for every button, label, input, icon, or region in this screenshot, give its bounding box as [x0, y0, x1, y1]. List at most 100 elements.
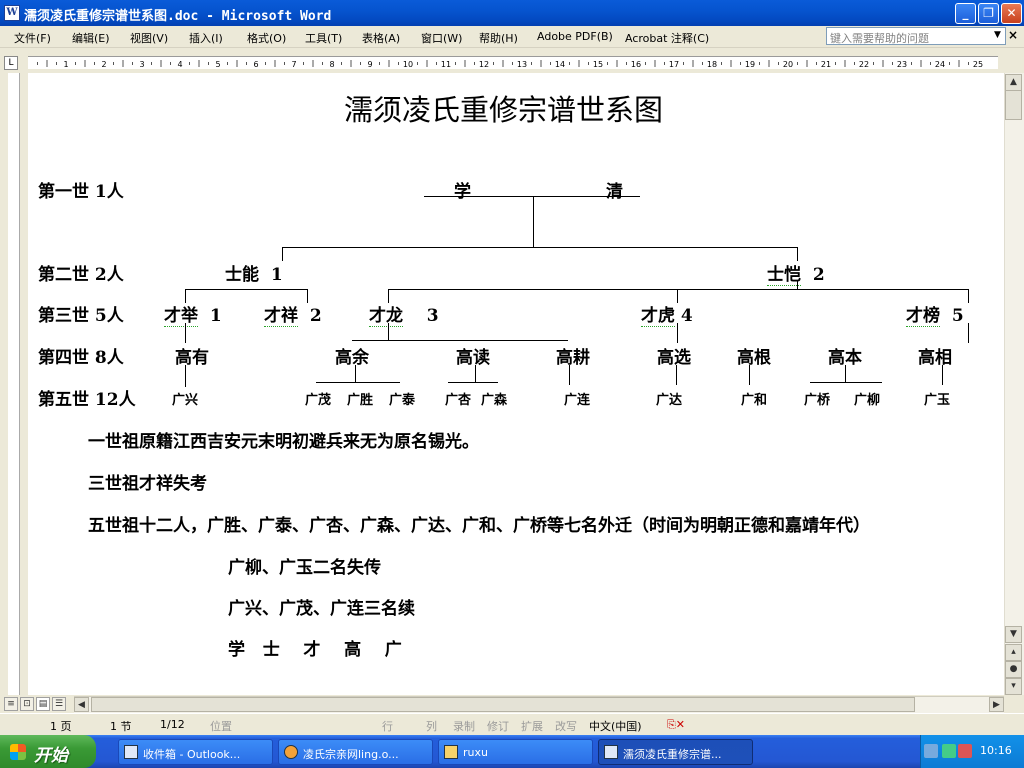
vertical-scrollbar[interactable]: [1004, 73, 1024, 695]
previous-page-icon[interactable]: ▴: [1005, 644, 1022, 661]
gen2-person: 士恺 2: [767, 260, 825, 286]
ruler-number: 3: [139, 60, 144, 69]
ruler-number: 25: [973, 60, 983, 69]
scroll-right-icon[interactable]: ▶: [989, 697, 1004, 712]
next-page-icon[interactable]: ▾: [1005, 678, 1022, 695]
ruler-number: 6: [253, 60, 258, 69]
person-number: 1: [270, 265, 283, 285]
connector-line: [355, 365, 356, 382]
tray-collapse-icon[interactable]: [924, 744, 938, 758]
menu-table[interactable]: 表格(A): [362, 30, 400, 46]
taskbar-item-outlook[interactable]: 收件箱 - Outlook...: [118, 739, 273, 765]
chevron-down-icon[interactable]: ▼: [994, 30, 1001, 40]
minimize-button[interactable]: _: [955, 3, 976, 24]
menu-tools[interactable]: 工具(T): [305, 30, 342, 46]
gen4-person: 高根: [737, 348, 771, 368]
ruler-number: 16: [631, 60, 641, 69]
taskbar-item-label: 凌氏宗亲网ling.o...: [303, 748, 399, 761]
gen5-person: 广森: [481, 393, 508, 408]
connector-line: [676, 365, 677, 385]
close-button[interactable]: ✕: [1001, 3, 1022, 24]
connector-line: [677, 323, 678, 343]
status-language[interactable]: 中文(中国): [589, 718, 642, 734]
start-button[interactable]: 开始: [0, 735, 96, 768]
generation-label: 第一世 1人: [38, 182, 124, 202]
menu-acrobat-comments[interactable]: Acrobat 注释(C): [625, 30, 709, 46]
scroll-up-icon[interactable]: ▲: [1005, 74, 1022, 91]
document-page[interactable]: 濡须凌氏重修宗谱世系图 第一世 1人 第二世 2人 第三世 5人 第四世 8人 …: [28, 73, 1004, 695]
gen4-person: 高读: [456, 348, 490, 368]
scroll-down-icon[interactable]: ▼: [1005, 626, 1022, 643]
scroll-left-icon[interactable]: ◀: [74, 697, 89, 712]
connector-line: [968, 289, 969, 303]
taskbar-item-label: 收件箱 - Outlook...: [143, 748, 241, 761]
web-layout-view-icon[interactable]: ⊡: [20, 697, 34, 711]
gen5-person: 广杏: [445, 393, 472, 408]
gen4-person: 高有: [175, 348, 209, 368]
gen5-person: 广和: [741, 393, 768, 408]
help-search-input[interactable]: 键入需要帮助的问题: [826, 27, 1006, 45]
note-paragraph: 一世祖原籍江西吉安元末明初避兵来无为原名锡光。: [88, 432, 479, 452]
connector-line: [185, 365, 186, 387]
taskbar-item-folder[interactable]: ruxu: [438, 739, 593, 765]
person-name: 才祥: [264, 306, 298, 327]
ruler-number: 2: [101, 60, 106, 69]
menu-format[interactable]: 格式(O): [247, 30, 286, 46]
title-bar[interactable]: W 濡须凌氏重修宗谱世系图.doc - Microsoft Word _ ❐ ✕: [0, 0, 1024, 26]
normal-view-icon[interactable]: ≡: [4, 697, 18, 711]
security-icon[interactable]: [958, 744, 972, 758]
restore-button[interactable]: ❐: [978, 3, 999, 24]
folder-icon: [444, 745, 458, 759]
status-bar: 1 页 1 节 1/12 位置 行 列 录制 修订 扩展 改写 中文(中国) ⎘…: [0, 713, 1024, 735]
person-number: 3: [426, 306, 439, 326]
note-paragraph: 广柳、广玉二名失传: [228, 558, 381, 578]
ruler-number: 5: [215, 60, 220, 69]
gen5-person: 广柳: [854, 393, 881, 408]
connector-line: [797, 281, 798, 289]
menu-file[interactable]: 文件(F): [14, 30, 51, 46]
note-paragraph: 三世祖才祥失考: [88, 474, 207, 494]
tab-stop-selector[interactable]: L: [4, 56, 18, 70]
ruler-number: 11: [441, 60, 451, 69]
connector-line: [282, 247, 283, 261]
gen5-person: 广达: [656, 393, 683, 408]
horizontal-scroll-thumb[interactable]: [91, 697, 915, 712]
status-line: 行: [382, 720, 393, 733]
status-position: 位置: [210, 720, 232, 733]
gen4-person: 高相: [918, 348, 952, 368]
vertical-scroll-thumb[interactable]: [1005, 90, 1022, 120]
close-document-icon[interactable]: ×: [1008, 28, 1018, 42]
word-document-icon: W: [4, 5, 20, 21]
connector-line: [448, 382, 498, 383]
menu-edit[interactable]: 编辑(E): [72, 30, 110, 46]
gen5-person: 广连: [564, 393, 591, 408]
select-browse-object-icon[interactable]: ●: [1005, 661, 1022, 678]
vertical-ruler: [0, 73, 28, 695]
network-icon[interactable]: [942, 744, 956, 758]
horizontal-ruler[interactable]: 1 2 3 4 5 6 7 8 9 10 11 12 13 14 15 16 17 18 19 20 21 22 23 24 2…: [28, 56, 998, 69]
status-track-changes[interactable]: 修订: [487, 718, 509, 734]
word-app-window: W 濡须凌氏重修宗谱世系图.doc - Microsoft Word _ ❐ ✕…: [0, 0, 1024, 768]
menu-help[interactable]: 帮助(H): [479, 30, 518, 46]
ruler-number: 14: [555, 60, 565, 69]
connector-line: [282, 247, 798, 248]
taskbar-item-browser[interactable]: 凌氏宗亲网ling.o...: [278, 739, 433, 765]
menu-view[interactable]: 视图(V): [130, 30, 168, 46]
outlook-icon: [124, 745, 138, 759]
status-overtype[interactable]: 改写: [555, 718, 577, 734]
status-extend[interactable]: 扩展: [521, 718, 543, 734]
connector-line: [424, 196, 640, 197]
print-layout-view-icon[interactable]: ▤: [36, 697, 50, 711]
gen3-person: 才虎 4: [641, 301, 693, 327]
menu-window[interactable]: 窗口(W): [421, 30, 462, 46]
taskbar-item-word[interactable]: 濡须凌氏重修宗谱...: [598, 739, 753, 765]
spelling-status-icon[interactable]: ⎘✕: [667, 718, 685, 732]
menu-adobe-pdf[interactable]: Adobe PDF(B): [537, 30, 613, 43]
gen5-person: 广兴: [172, 393, 199, 408]
menu-insert[interactable]: 插入(I): [189, 30, 223, 46]
status-record[interactable]: 录制: [453, 718, 475, 734]
gen3-person: 才祥 2: [264, 301, 322, 327]
outline-view-icon[interactable]: ☰: [52, 697, 66, 711]
person-number: 2: [812, 265, 825, 285]
person-name: 才榜: [906, 306, 940, 327]
